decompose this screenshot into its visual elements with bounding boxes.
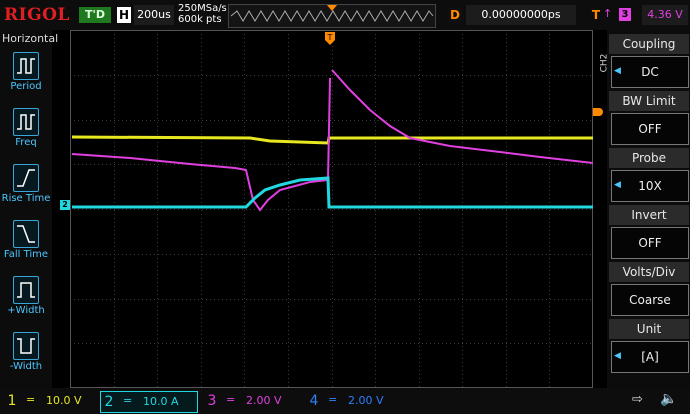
volts-div-value: Coarse xyxy=(611,284,689,316)
coupling-title: Coupling xyxy=(609,34,689,54)
coupling-value: DC xyxy=(611,56,689,88)
measure-rise-time-label: Rise Time xyxy=(1,193,51,204)
ch3-status[interactable]: 3 = 2.00 V xyxy=(204,391,294,411)
ch4-number: 4 xyxy=(309,393,319,409)
ch3-coupling: = xyxy=(226,393,236,406)
ch2-scale: 10.0 A xyxy=(143,395,179,408)
trigger-source-badge: 3 xyxy=(619,8,631,21)
measure-freq-label: Freq xyxy=(15,137,37,148)
acquisition-info: 250MSa/s 600k pts xyxy=(178,3,227,25)
unit-value: [A] xyxy=(611,341,689,373)
invert-button[interactable]: Invert OFF xyxy=(609,205,689,260)
ch4-coupling: = xyxy=(328,393,338,406)
svg-text:T: T xyxy=(327,33,333,42)
measure-freq-button[interactable]: Freq xyxy=(0,104,52,159)
channel-menu: Coupling DC ◀ BW Limit OFF Probe 10X ◀ I… xyxy=(607,30,690,388)
measure-negative-width-button[interactable]: -Width xyxy=(0,328,52,383)
memory-depth: 600k pts xyxy=(178,14,222,25)
waveform-canvas: T xyxy=(70,30,594,388)
measure-fall-time-button[interactable]: Fall Time xyxy=(0,216,52,271)
ch2-ground-marker[interactable]: 2 xyxy=(60,200,70,210)
rising-edge-icon: ↑ xyxy=(603,7,613,20)
ch1-coupling: = xyxy=(26,393,36,406)
trigger-level-value[interactable]: 4.36 V xyxy=(642,5,688,25)
usb-icon: ⇨ xyxy=(632,392,643,407)
horizontal-indicator: H xyxy=(117,7,131,23)
waveform-display[interactable]: T xyxy=(70,30,594,388)
probe-title: Probe xyxy=(609,148,689,168)
ch3-number: 3 xyxy=(207,393,217,409)
memory-overview-bar[interactable] xyxy=(228,4,436,28)
invert-value: OFF xyxy=(611,227,689,259)
measure-menu: Horizontal Period Freq Rise Time Fall Ti… xyxy=(0,30,58,388)
ch1-scale: 10.0 V xyxy=(46,394,82,407)
volts-div-button[interactable]: Volts/Div Coarse xyxy=(609,262,689,317)
measure-period-button[interactable]: Period xyxy=(0,48,52,103)
negative-width-icon xyxy=(13,332,39,360)
coupling-button[interactable]: Coupling DC ◀ xyxy=(609,34,689,89)
rise-time-icon xyxy=(13,164,39,192)
measure-rise-time-button[interactable]: Rise Time xyxy=(0,160,52,215)
run-state-badge[interactable]: T'D xyxy=(79,7,111,23)
bw-limit-button[interactable]: BW Limit OFF xyxy=(609,91,689,146)
top-status-bar: RIGOL T'D H 200us 250MSa/s 600k pts D 0.… xyxy=(0,0,690,30)
probe-value: 10X xyxy=(611,170,689,202)
bw-limit-value: OFF xyxy=(611,113,689,145)
ch2-ground-label: 2 xyxy=(62,200,68,209)
ch4-scale: 2.00 V xyxy=(348,394,384,407)
delay-indicator: D xyxy=(448,7,462,23)
sound-mute-icon[interactable]: 🔈 xyxy=(660,391,677,407)
ch1-status[interactable]: 1 = 10.0 V xyxy=(4,391,94,411)
timebase-value[interactable]: 200us xyxy=(134,5,174,25)
ch2-number: 2 xyxy=(104,394,114,410)
cycle-arrow-icon: ◀ xyxy=(614,351,621,361)
measure-negative-width-label: -Width xyxy=(9,361,43,372)
measure-positive-width-button[interactable]: +Width xyxy=(0,272,52,327)
trigger-indicator: T xyxy=(591,8,601,22)
invert-title: Invert xyxy=(609,205,689,225)
volts-div-title: Volts/Div xyxy=(609,262,689,282)
menu-title: Horizontal xyxy=(2,32,59,45)
fall-time-icon xyxy=(13,220,39,248)
delay-value[interactable]: 0.00000000ps xyxy=(466,5,576,25)
bw-limit-title: BW Limit xyxy=(609,91,689,111)
ch2-status[interactable]: 2 = 10.0 A xyxy=(100,391,198,413)
ch3-scale: 2.00 V xyxy=(246,394,282,407)
channel-status-bar: 1 = 10.0 V 2 = 10.0 A 3 = 2.00 V 4 = 2.0… xyxy=(0,388,690,414)
trigger-level-marker[interactable] xyxy=(593,108,603,116)
memory-waveform-icon xyxy=(230,5,434,22)
brand-logo: RIGOL xyxy=(4,5,70,25)
positive-width-icon xyxy=(13,276,39,304)
measure-fall-time-label: Fall Time xyxy=(3,249,49,260)
measure-period-label: Period xyxy=(10,81,42,92)
period-icon xyxy=(13,52,39,80)
probe-button[interactable]: Probe 10X ◀ xyxy=(609,148,689,203)
ch4-status[interactable]: 4 = 2.00 V xyxy=(306,391,396,411)
unit-title: Unit xyxy=(609,319,689,339)
measure-positive-width-label: +Width xyxy=(7,305,45,316)
ch1-number: 1 xyxy=(7,393,17,409)
cycle-arrow-icon: ◀ xyxy=(614,180,621,190)
sample-rate: 250MSa/s xyxy=(178,3,227,14)
cycle-arrow-icon: ◀ xyxy=(614,66,621,76)
ch2-coupling: = xyxy=(123,394,133,407)
freq-icon xyxy=(13,108,39,136)
unit-button[interactable]: Unit [A] ◀ xyxy=(609,319,689,374)
